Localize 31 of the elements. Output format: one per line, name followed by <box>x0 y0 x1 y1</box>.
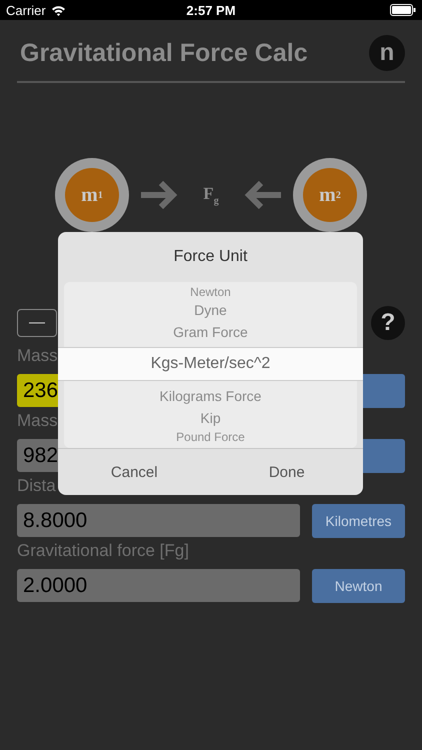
left-arrow-icon <box>243 180 281 210</box>
force-symbol: F$_{g}$ <box>202 184 220 206</box>
logo-badge[interactable]: n <box>369 35 405 71</box>
app-title: Gravitational Force Calc <box>20 38 308 68</box>
field-label: Mass <box>17 411 58 431</box>
battery-icon <box>390 4 416 16</box>
picker-option[interactable]: Kilograms Force <box>64 385 357 407</box>
dialog-title: Force Unit <box>174 248 248 266</box>
field-label: Gravitational force [Fg] <box>17 541 189 561</box>
picker-option[interactable]: Newton <box>64 284 357 299</box>
done-button[interactable]: Done <box>210 449 363 495</box>
picker-option[interactable]: Pound Force <box>64 429 357 444</box>
help-button[interactable]: ? <box>371 306 405 340</box>
picker-option[interactable]: Gram Force <box>64 321 357 343</box>
carrier-label: Carrier <box>6 2 46 18</box>
wifi-icon <box>50 4 66 16</box>
picker-option[interactable]: Kgs-Meter/sec^2 <box>58 347 363 381</box>
field-label: Mass <box>17 346 58 366</box>
value-field[interactable]: 2.0000 <box>17 569 300 602</box>
unit-button[interactable]: Newton <box>312 569 405 603</box>
right-arrow-icon <box>141 180 179 210</box>
mass-ball: m$^{1}$ <box>55 158 129 232</box>
field-label: Dista <box>17 476 56 496</box>
minus-button[interactable]: — <box>17 309 57 337</box>
picker-option[interactable]: Dyne <box>64 299 357 321</box>
cancel-button[interactable]: Cancel <box>58 449 210 495</box>
value-field[interactable]: 8.8000 <box>17 504 300 537</box>
unit-button[interactable]: Kilometres <box>312 504 405 538</box>
mass-ball: m$^{2}$ <box>293 158 367 232</box>
status-time: 2:57 PM <box>186 2 236 18</box>
picker-option[interactable]: Kip <box>64 407 357 429</box>
